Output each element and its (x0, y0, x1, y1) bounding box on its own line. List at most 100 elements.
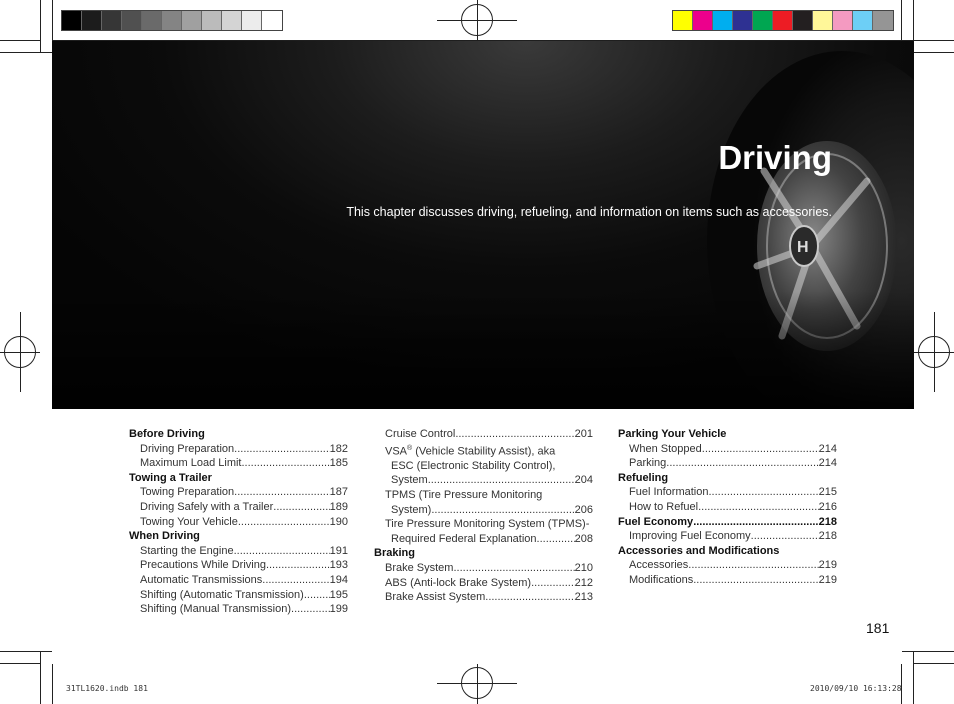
toc-page-number: 182 (329, 442, 348, 455)
toc-entry-label: System) (391, 503, 432, 516)
toc-entry[interactable]: Improving Fuel Economy 218 (618, 529, 837, 544)
page-number: 181 (866, 620, 890, 636)
toc-page-number: 187 (329, 486, 348, 499)
toc-page-number: 213 (574, 591, 593, 604)
toc-section-heading-fuel-economy[interactable]: Fuel Economy 218 (618, 515, 837, 530)
toc-entry[interactable]: Towing Preparation 187 (129, 485, 348, 500)
toc-leader-dots (455, 427, 574, 442)
toc-entry[interactable]: Modifications 219 (618, 573, 837, 588)
toc-page-number: 214 (818, 442, 837, 455)
toc-leader-dots (304, 588, 330, 603)
toc-entry-label: Fuel Information (629, 486, 709, 499)
toc-entry-label: Shifting (Automatic Transmission) (140, 588, 304, 601)
toc-entry-vsa-line1[interactable]: VSA® (Vehicle Stability Assist), aka (374, 442, 593, 459)
toc-entry-label: Parking (629, 457, 667, 470)
toc-leader-dots (693, 515, 818, 530)
toc-entry[interactable]: Precautions While Driving 193 (129, 558, 348, 573)
toc-leader-dots (702, 442, 819, 457)
color-swatch (162, 11, 182, 30)
toc-entry-tpms-line2[interactable]: System) 206 (374, 503, 593, 518)
toc-section-heading: Refueling (618, 471, 669, 484)
toc-entry-label: Precautions While Driving (140, 559, 266, 572)
toc-leader-dots (266, 558, 330, 573)
toc-entry[interactable]: Brake Assist System 213 (374, 590, 593, 605)
toc-entry[interactable]: How to Refuel 216 (618, 500, 837, 515)
toc-entry[interactable]: Automatic Transmissions 194 (129, 573, 348, 588)
toc-page-number: 210 (574, 562, 593, 574)
car-wheel-image: H (52, 51, 914, 409)
toc-section-heading: Towing a Trailer (129, 471, 212, 484)
toc-entry[interactable]: Parking 214 (618, 456, 837, 471)
toc-entry-label: How to Refuel (629, 500, 699, 513)
toc-page-number: 189 (329, 500, 348, 513)
toc-leader-dots (234, 442, 329, 457)
toc-leader-dots (698, 500, 819, 515)
toc-entry[interactable]: Cruise Control 201 (374, 427, 593, 442)
toc-page-number: 218 (818, 515, 837, 528)
toc-leader-dots (291, 602, 330, 617)
toc-leader-dots (262, 573, 329, 588)
toc-page-number: 194 (329, 573, 348, 586)
toc-entry-label: Required Federal Explanation (391, 532, 537, 545)
chapter-title: Driving (718, 139, 832, 176)
toc-entry[interactable]: ABS (Anti-lock Brake System) 212 (374, 576, 593, 591)
color-swatch (62, 11, 82, 30)
crop-mark (902, 651, 954, 652)
color-swatch (82, 11, 102, 30)
vsa-text: VSA (385, 445, 408, 458)
toc-entry-label: Improving Fuel Economy (629, 530, 751, 543)
toc-entry-label: Starting the Engine (140, 544, 234, 557)
color-swatch (873, 11, 893, 30)
toc-page-number: 195 (329, 588, 348, 601)
toc-entry-label: Towing Preparation (140, 486, 235, 499)
toc-entry-tpms-fed-line1[interactable]: Tire Pressure Monitoring System (TPMS)- (374, 517, 593, 532)
chapter-hero-image: H Driving This chapter discusses driving… (52, 41, 914, 409)
color-swatch (673, 11, 693, 30)
crop-mark (52, 0, 53, 40)
toc-entry[interactable]: Starting the Engine 191 (129, 544, 348, 559)
toc-entry[interactable]: Fuel Information 215 (618, 485, 837, 500)
toc-page-number: 212 (574, 576, 593, 589)
toc-entry[interactable]: Towing Your Vehicle 190 (129, 515, 348, 530)
toc-entry-label: ESC (Electronic Stability Control), (391, 459, 556, 472)
toc-entry[interactable]: Driving Preparation 182 (129, 442, 348, 457)
process-color-bar (672, 10, 894, 31)
toc-entry[interactable]: Driving Safely with a Trailer 189 (129, 500, 348, 515)
toc-page-number: 201 (574, 428, 593, 440)
toc-entry[interactable]: When Stopped 214 (618, 442, 837, 457)
toc-leader-dots (273, 500, 329, 515)
toc-page-number: 219 (818, 573, 837, 586)
footer-file-info: 31TL1620.indb 181 (66, 684, 148, 693)
color-swatch (222, 11, 242, 30)
toc-entry[interactable]: Shifting (Automatic Transmission) 195 (129, 588, 348, 603)
toc-entry-label: VSA® (Vehicle Stability Assist), aka (385, 442, 555, 459)
toc-page-number: 214 (818, 457, 837, 470)
toc-entry-label: Cruise Control (385, 428, 456, 440)
registration-line (934, 312, 935, 392)
toc-entry-tpms-line1[interactable]: TPMS (Tire Pressure Monitoring (374, 488, 593, 503)
chapter-intro: This chapter discusses driving, refuelin… (346, 205, 832, 219)
toc-entry[interactable]: Brake System 210 (374, 561, 593, 576)
toc-page-number: 190 (329, 515, 348, 528)
color-swatch (122, 11, 142, 30)
toc-entry[interactable]: Shifting (Manual Transmission) 199 (129, 602, 348, 617)
toc-leader-dots (485, 590, 574, 605)
toc-entry-tpms-fed-line2[interactable]: Required Federal Explanation 208 (374, 532, 593, 547)
crop-mark (0, 651, 52, 652)
toc-leader-dots (428, 473, 575, 488)
toc-entry[interactable]: Accessories 219 (618, 558, 837, 573)
toc-page-number: 191 (329, 544, 348, 557)
toc-page-number: 218 (818, 530, 837, 543)
toc-page-number: 193 (329, 559, 348, 572)
svg-text:H: H (797, 239, 809, 256)
toc-entry-vsa-line2[interactable]: ESC (Electronic Stability Control), (374, 459, 593, 474)
registration-line (20, 312, 21, 392)
crop-mark (0, 52, 52, 53)
toc-entry-vsa-line3[interactable]: System 204 (374, 473, 593, 488)
crop-mark (0, 40, 40, 41)
toc-leader-dots (537, 532, 575, 547)
toc-entry[interactable]: Maximum Load Limit 185 (129, 456, 348, 471)
toc-leader-dots (241, 456, 329, 471)
color-swatch (713, 11, 733, 30)
toc-leader-dots (234, 485, 329, 500)
